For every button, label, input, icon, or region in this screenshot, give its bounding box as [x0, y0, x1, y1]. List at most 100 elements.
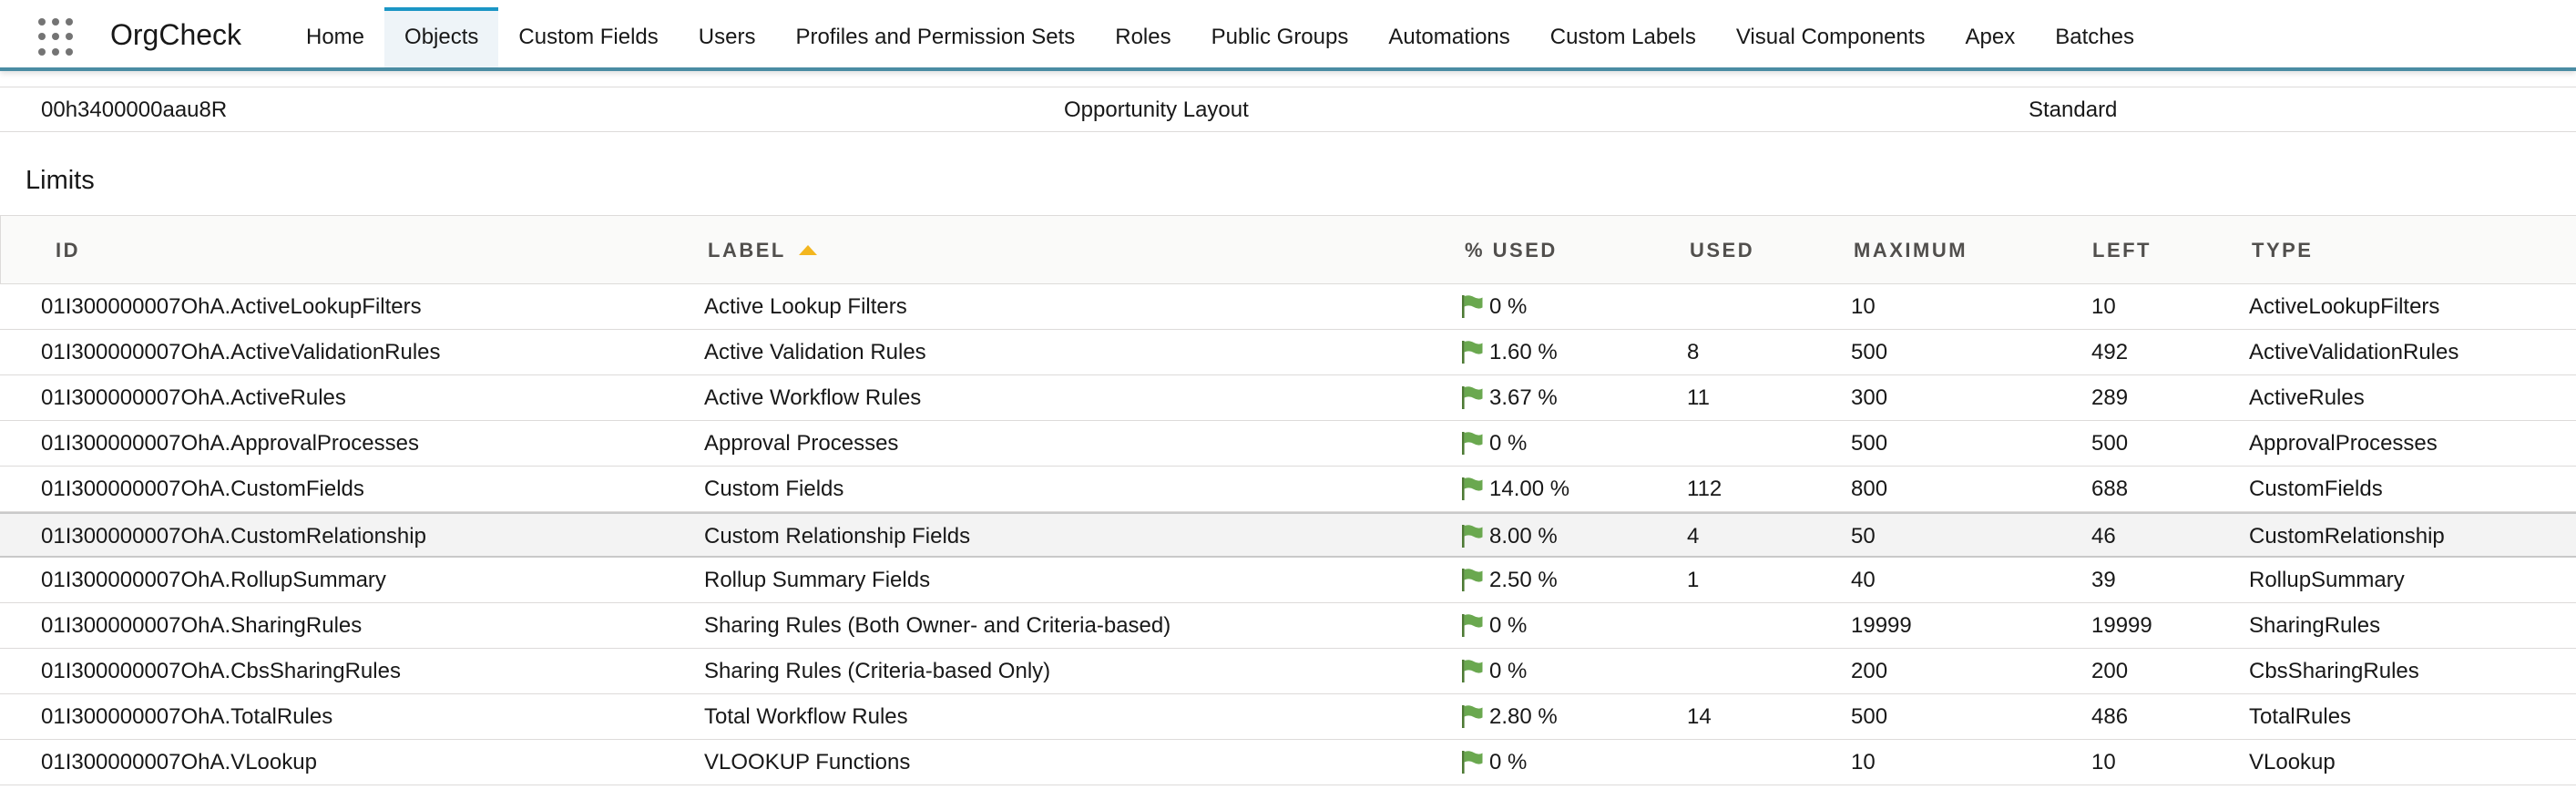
- column-header-used[interactable]: USED: [1690, 216, 1754, 284]
- cell-left: 10: [2091, 294, 2116, 319]
- tab-profiles-and-permission-sets[interactable]: Profiles and Permission Sets: [775, 7, 1095, 67]
- table-row: 01I300000007OhA.ActiveRules Active Workf…: [0, 375, 2576, 421]
- cell-pct-used: 8.00 %: [1460, 514, 1558, 559]
- cell-id: 01I300000007OhA.TotalRules: [41, 704, 333, 729]
- flag-icon: [1462, 431, 1483, 455]
- tab-custom-labels[interactable]: Custom Labels: [1530, 7, 1716, 67]
- column-header-id[interactable]: ID: [56, 216, 80, 284]
- cell-type: TotalRules: [2249, 704, 2352, 729]
- flag-icon: [1462, 477, 1483, 500]
- cell-maximum: 40: [1851, 568, 1876, 592]
- cell-pct-used: 0 %: [1460, 603, 1527, 649]
- column-header-label[interactable]: LABEL: [708, 216, 817, 284]
- table-row: 01I300000007OhA.CbsSharingRules Sharing …: [0, 649, 2576, 694]
- cell-maximum: 10: [1851, 294, 1876, 319]
- cell-pct-used-value: 14.00 %: [1489, 477, 1570, 501]
- page-layout-row: 00h3400000aau8R Opportunity Layout Stand…: [0, 87, 2576, 132]
- flag-icon: [1462, 613, 1483, 637]
- cell-label: Rollup Summary Fields: [704, 568, 931, 592]
- cell-pct-used: 2.50 %: [1460, 558, 1558, 603]
- cell-pct-used-value: 8.00 %: [1489, 524, 1558, 549]
- table-row: 01I300000007OhA.VLookup VLOOKUP Function…: [0, 740, 2576, 785]
- cell-type: ActiveValidationRules: [2249, 340, 2459, 364]
- flag-icon: [1462, 750, 1483, 774]
- cell-id: 01I300000007OhA.ActiveLookupFilters: [41, 294, 422, 319]
- cell-type: SharingRules: [2249, 613, 2381, 638]
- tab-public-groups[interactable]: Public Groups: [1191, 7, 1369, 67]
- app-launcher-icon[interactable]: [38, 18, 77, 56]
- cell-type: CustomRelationship: [2249, 524, 2445, 549]
- table-row: 01I300000007OhA.ActiveValidationRules Ac…: [0, 330, 2576, 375]
- cell-left: 289: [2091, 385, 2129, 410]
- cell-pct-used-value: 0 %: [1489, 613, 1528, 638]
- tab-roles[interactable]: Roles: [1095, 7, 1191, 67]
- cell-label: VLOOKUP Functions: [704, 750, 911, 774]
- tab-users[interactable]: Users: [679, 7, 776, 67]
- cell-pct-used: 3.67 %: [1460, 375, 1558, 421]
- cell-type: CustomFields: [2249, 477, 2383, 501]
- tab-visual-components[interactable]: Visual Components: [1716, 7, 1946, 67]
- cell-used: 4: [1687, 524, 1700, 549]
- cell-maximum: 500: [1851, 704, 1888, 729]
- cell-maximum: 50: [1851, 524, 1876, 549]
- table-row: 01I300000007OhA.RollupSummary Rollup Sum…: [0, 558, 2576, 603]
- cell-pct-used: 0 %: [1460, 284, 1527, 330]
- cell-type: VLookup: [2249, 750, 2336, 774]
- cell-pct-used-value: 3.67 %: [1489, 385, 1558, 410]
- cell-pct-used-value: 0 %: [1489, 659, 1528, 683]
- cell-type: CbsSharingRules: [2249, 659, 2419, 683]
- cell-pct-used-value: 0 %: [1489, 431, 1528, 456]
- cell-id: 01I300000007OhA.ActiveRules: [41, 385, 346, 410]
- cell-pct-used: 1.60 %: [1460, 330, 1558, 375]
- flag-icon: [1462, 568, 1483, 591]
- tab-batches[interactable]: Batches: [2035, 7, 2154, 67]
- column-header-maximum[interactable]: MAXIMUM: [1854, 216, 1968, 284]
- layout-type: Standard: [2029, 97, 2118, 122]
- table-row: 01I300000007OhA.SharingRules Sharing Rul…: [0, 603, 2576, 649]
- cell-pct-used-value: 0 %: [1489, 294, 1528, 319]
- nav-tabs: Home Objects Custom Fields Users Profile…: [286, 7, 2154, 67]
- cell-maximum: 500: [1851, 431, 1888, 456]
- cell-type: ActiveLookupFilters: [2249, 294, 2440, 319]
- tab-automations[interactable]: Automations: [1368, 7, 1529, 67]
- table-row: 01I300000007OhA.CustomFields Custom Fiel…: [0, 467, 2576, 512]
- cell-left: 10: [2091, 750, 2116, 774]
- cell-used: 8: [1687, 340, 1700, 364]
- tab-home[interactable]: Home: [286, 7, 384, 67]
- tab-objects[interactable]: Objects: [384, 7, 499, 67]
- cell-pct-used: 14.00 %: [1460, 467, 1569, 512]
- cell-maximum: 200: [1851, 659, 1888, 683]
- table-body: 01I300000007OhA.ActiveLookupFilters Acti…: [0, 284, 2576, 785]
- cell-label: Total Workflow Rules: [704, 704, 908, 729]
- cell-pct-used: 0 %: [1460, 421, 1527, 467]
- column-header-pct-used[interactable]: % USED: [1465, 216, 1558, 284]
- cell-maximum: 500: [1851, 340, 1888, 364]
- cell-label: Active Lookup Filters: [704, 294, 907, 319]
- flag-icon: [1462, 294, 1483, 318]
- cell-pct-used: 0 %: [1460, 649, 1527, 694]
- cell-maximum: 300: [1851, 385, 1888, 410]
- cell-pct-used-value: 0 %: [1489, 750, 1528, 774]
- flag-icon: [1462, 524, 1483, 548]
- tab-apex[interactable]: Apex: [1946, 7, 2036, 67]
- cell-type: ApprovalProcesses: [2249, 431, 2438, 456]
- cell-pct-used-value: 2.50 %: [1489, 568, 1558, 592]
- cell-left: 39: [2091, 568, 2116, 592]
- tab-custom-fields[interactable]: Custom Fields: [498, 7, 678, 67]
- flag-icon: [1462, 659, 1483, 682]
- layout-id: 00h3400000aau8R: [41, 97, 228, 122]
- cell-used: 112: [1687, 477, 1722, 501]
- cell-label: Active Workflow Rules: [704, 385, 922, 410]
- column-header-left[interactable]: LEFT: [2092, 216, 2152, 284]
- cell-label: Sharing Rules (Both Owner- and Criteria-…: [704, 613, 1171, 638]
- cell-id: 01I300000007OhA.ApprovalProcesses: [41, 431, 419, 456]
- flag-icon: [1462, 385, 1483, 409]
- cell-id: 01I300000007OhA.ActiveValidationRules: [41, 340, 441, 364]
- sort-ascending-icon: [798, 244, 817, 255]
- cell-left: 492: [2091, 340, 2129, 364]
- table-header-row: ID LABEL % USED USED MAXIMUM LEFT TYPE: [0, 216, 2576, 284]
- cell-used: 11: [1687, 385, 1710, 410]
- column-header-type[interactable]: TYPE: [2252, 216, 2313, 284]
- cell-label: Custom Fields: [704, 477, 844, 501]
- table-row: 01I300000007OhA.TotalRules Total Workflo…: [0, 694, 2576, 740]
